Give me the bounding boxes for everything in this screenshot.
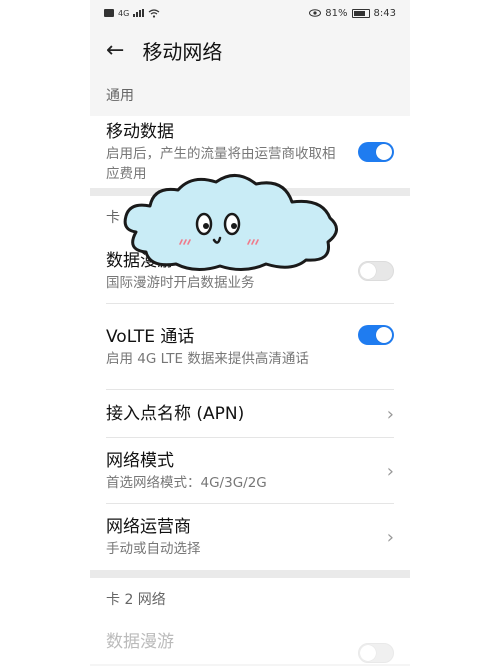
- apn-title: 接入点名称 (APN): [106, 404, 245, 424]
- roaming-subtitle: 国际漫游时开启数据业务: [106, 275, 255, 291]
- volte-toggle[interactable]: [358, 325, 394, 345]
- section-card2: 卡 2 网络: [90, 578, 410, 620]
- roaming-toggle[interactable]: [358, 261, 394, 281]
- operator-title: 网络运营商: [106, 517, 191, 537]
- network-mode-texts: 网络模式 首选网络模式：4G/3G/2G: [106, 449, 387, 493]
- page-title: 移动网络: [142, 39, 223, 64]
- operator-row[interactable]: 网络运营商 手动或自动选择 ›: [90, 504, 410, 570]
- wifi-icon: [148, 8, 160, 18]
- toggle-knob: [376, 327, 392, 343]
- sim-card-icon: [104, 9, 114, 17]
- status-right: 81% 8:43: [309, 8, 396, 19]
- roaming-row-card2[interactable]: 数据漫游: [90, 620, 410, 664]
- volte-subtitle: 启用 4G LTE 数据来提供高清通话: [106, 351, 309, 367]
- clock: 8:43: [373, 7, 396, 19]
- apn-row[interactable]: 接入点名称 (APN) ›: [90, 390, 410, 438]
- chevron-right-icon: ›: [386, 403, 394, 425]
- volte-texts: VoLTE 通话 启用 4G LTE 数据来提供高清通话: [106, 325, 358, 369]
- toggle-knob: [376, 144, 392, 160]
- roaming2-toggle[interactable]: [358, 643, 394, 663]
- operator-texts: 网络运营商 手动或自动选择: [106, 515, 387, 559]
- volte-row[interactable]: VoLTE 通话 启用 4G LTE 数据来提供高清通话: [90, 304, 410, 390]
- status-left: 4G: [104, 9, 160, 18]
- network-mode-title: 网络模式: [106, 451, 174, 471]
- chevron-right-icon: ›: [386, 460, 394, 482]
- network-type-label: 4G: [118, 8, 130, 18]
- toggle-knob: [360, 645, 376, 661]
- group-divider: [90, 570, 410, 578]
- apn-texts: 接入点名称 (APN): [106, 402, 387, 426]
- phone-screen: 4G 81% 8:43 ← 移动网络 通用 移动数据 启用后，产生的流量将由运营…: [90, 0, 410, 666]
- battery-percent: 81%: [325, 7, 348, 19]
- operator-subtitle: 手动或自动选择: [106, 541, 201, 557]
- back-arrow-icon[interactable]: ←: [106, 38, 124, 63]
- mobile-data-title: 移动数据: [106, 122, 174, 142]
- eye-comfort-icon: [309, 9, 322, 17]
- status-bar: 4G 81% 8:43: [90, 0, 410, 26]
- chevron-right-icon: ›: [386, 526, 394, 548]
- app-header: ← 移动网络: [90, 26, 410, 74]
- network-mode-row[interactable]: 网络模式 首选网络模式：4G/3G/2G ›: [90, 438, 410, 504]
- signal-icon: [133, 9, 145, 17]
- cloud-sticker-icon: [123, 174, 338, 271]
- roaming2-title: 数据漫游: [106, 632, 174, 652]
- volte-title: VoLTE 通话: [106, 327, 195, 347]
- toggle-knob: [360, 263, 376, 279]
- battery-icon: [351, 8, 370, 18]
- roaming2-texts: 数据漫游: [106, 630, 358, 654]
- network-mode-subtitle: 首选网络模式：4G/3G/2G: [106, 475, 267, 491]
- mobile-data-toggle[interactable]: [358, 142, 394, 162]
- section-general: 通用: [90, 74, 410, 116]
